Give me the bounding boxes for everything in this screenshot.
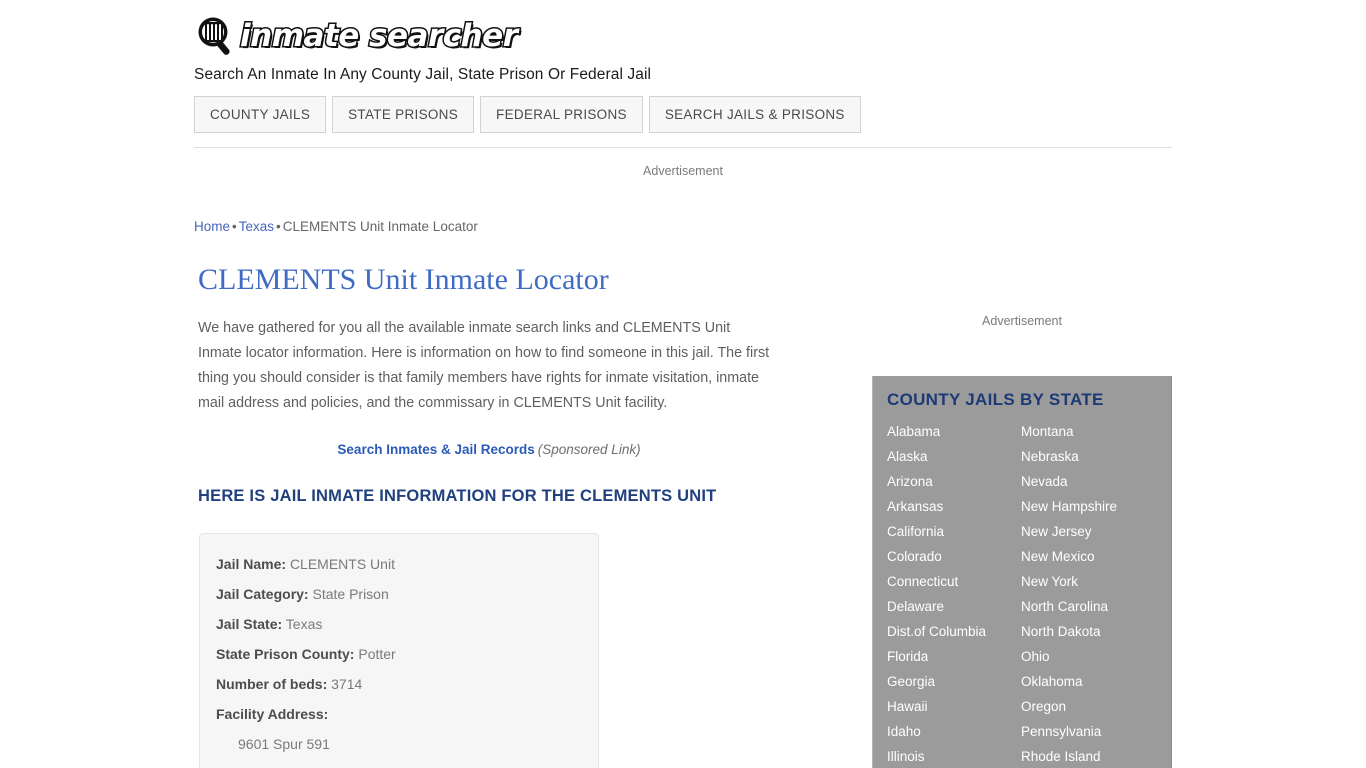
state-link-illinois[interactable]: Illinois [887,744,1021,768]
state-link-georgia[interactable]: Georgia [887,669,1021,694]
info-label-facility-address: Facility Address: [216,706,329,722]
state-link-new-hampshire[interactable]: New Hampshire [1021,494,1171,519]
facility-address-line-1: 9601 Spur 591 [238,736,330,752]
nav-item-county-jails[interactable]: COUNTY JAILS [194,96,327,133]
info-label-jail-name: Jail Name: [216,556,287,572]
state-link-idaho[interactable]: Idaho [887,719,1021,744]
info-value-jail-category: State Prison [312,586,389,602]
state-link-nebraska[interactable]: Nebraska [1021,444,1171,469]
jail-info-box: Jail Name: CLEMENTS Unit Jail Category: … [199,533,599,768]
info-row-jail-name: Jail Name: CLEMENTS Unit [216,549,598,579]
top-advertisement-label: Advertisement [643,164,723,178]
state-link-dist-of-columbia[interactable]: Dist.of Columbia [887,619,1021,644]
header-divider [194,147,1172,148]
sponsored-link-row: Search Inmates & Jail Records (Sponsored … [194,442,784,457]
magnifier-jail-icon [194,14,238,58]
info-row-jail-category: Jail Category: State Prison [216,579,598,609]
main-content: CLEMENTS Unit Inmate Locator We have gat… [194,262,794,506]
state-link-north-carolina[interactable]: North Carolina [1021,594,1171,619]
info-row-jail-state: Jail State: Texas [216,609,598,639]
section-heading: HERE IS JAIL INMATE INFORMATION FOR THE … [198,487,717,505]
page-title: CLEMENTS Unit Inmate Locator [198,263,609,296]
state-links-grid: Alabama Montana Alaska Nebraska Arizona … [887,419,1171,768]
state-link-ohio[interactable]: Ohio [1021,644,1171,669]
state-link-oklahoma[interactable]: Oklahoma [1021,669,1171,694]
sponsored-search-link[interactable]: Search Inmates & Jail Records [337,442,534,457]
info-label-prison-county: State Prison County: [216,646,355,662]
site-header: inmate searcher Search An Inmate In Any … [194,12,1172,84]
state-link-arkansas[interactable]: Arkansas [887,494,1021,519]
state-link-montana[interactable]: Montana [1021,419,1171,444]
state-link-hawaii[interactable]: Hawaii [887,694,1021,719]
info-value-prison-county: Potter [358,646,396,662]
side-advertisement-label: Advertisement [982,314,1062,328]
breadcrumb-separator-2: • [276,219,281,234]
state-link-new-york[interactable]: New York [1021,569,1171,594]
nav-item-search-jails-prisons[interactable]: SEARCH JAILS & PRISONS [648,96,861,133]
breadcrumb-current: CLEMENTS Unit Inmate Locator [282,219,478,234]
site-logo[interactable]: inmate searcher [194,12,1172,60]
info-value-jail-state: Texas [285,616,323,632]
state-link-oregon[interactable]: Oregon [1021,694,1171,719]
site-tagline: Search An Inmate In Any County Jail, Sta… [194,66,652,83]
info-row-prison-county: State Prison County: Potter [216,639,598,669]
state-link-arizona[interactable]: Arizona [887,469,1021,494]
state-link-new-mexico[interactable]: New Mexico [1021,544,1171,569]
facility-address-line-2: Amarillo, TX [216,759,598,768]
info-value-jail-name: CLEMENTS Unit [289,556,395,572]
state-link-new-jersey[interactable]: New Jersey [1021,519,1171,544]
sidebar-title: COUNTY JAILS BY STATE [887,390,1104,409]
info-label-number-of-beds: Number of beds: [216,676,328,692]
breadcrumb-home-link[interactable]: Home [194,219,230,234]
page-root: inmate searcher Search An Inmate In Any … [0,0,1366,768]
breadcrumb: Home • Texas • CLEMENTS Unit Inmate Locator [194,219,478,234]
info-row-number-of-beds: Number of beds: 3714 [216,669,598,699]
state-link-rhode-island[interactable]: Rhode Island [1021,744,1171,768]
state-link-california[interactable]: California [887,519,1021,544]
info-value-number-of-beds: 3714 [331,676,363,692]
info-row-facility-address: Facility Address: [216,699,598,729]
intro-paragraph: We have gathered for you all the availab… [198,320,770,411]
state-link-alabama[interactable]: Alabama [887,419,1021,444]
state-link-colorado[interactable]: Colorado [887,544,1021,569]
state-link-delaware[interactable]: Delaware [887,594,1021,619]
nav-item-federal-prisons[interactable]: FEDERAL PRISONS [480,96,643,133]
nav-item-state-prisons[interactable]: STATE PRISONS [332,96,475,133]
state-link-north-dakota[interactable]: North Dakota [1021,619,1171,644]
breadcrumb-state-link[interactable]: Texas [239,219,274,234]
info-label-jail-category: Jail Category: [216,586,309,602]
state-link-florida[interactable]: Florida [887,644,1021,669]
state-link-nevada[interactable]: Nevada [1021,469,1171,494]
sponsored-note: (Sponsored Link) [537,442,641,457]
state-link-pennsylvania[interactable]: Pennsylvania [1021,719,1171,744]
breadcrumb-separator-1: • [232,219,237,234]
state-link-alaska[interactable]: Alaska [887,444,1021,469]
state-link-connecticut[interactable]: Connecticut [887,569,1021,594]
info-label-jail-state: Jail State: [216,616,283,632]
county-jails-by-state-panel: COUNTY JAILS BY STATE Alabama Montana Al… [872,376,1172,768]
site-logo-text: inmate searcher [239,17,520,56]
main-navigation: COUNTY JAILS STATE PRISONS FEDERAL PRISO… [194,96,861,133]
